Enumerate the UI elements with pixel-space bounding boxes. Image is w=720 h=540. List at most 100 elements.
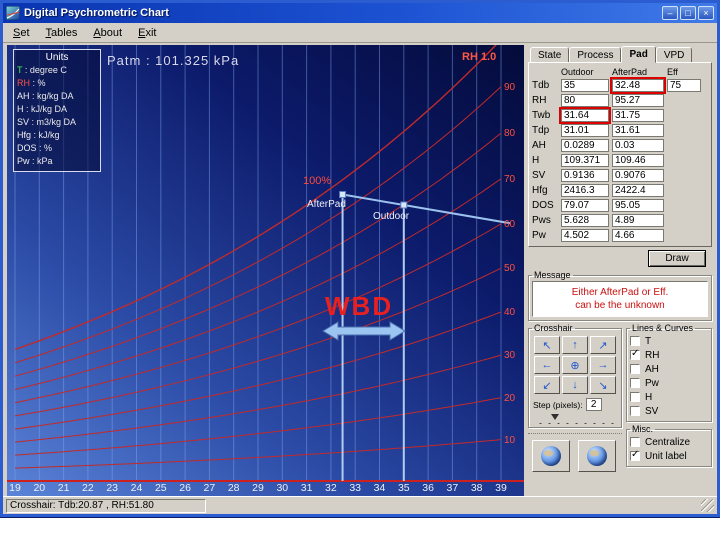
psychrometric-chart[interactable]: Units T : degree C RH : % AH : kg/kg DA H :… [7, 45, 524, 497]
step-value-field[interactable]: 2 [585, 398, 602, 411]
curve-toggle-t: T [630, 334, 708, 348]
crosshair-arrow-up-button[interactable]: ↑ [562, 336, 588, 354]
globe-icon: ⊕ [570, 359, 580, 372]
checkbox-rh[interactable] [630, 348, 640, 360]
hfg-outdoor-field[interactable]: 2416.3 [561, 184, 609, 197]
x-axis-tick-label: 39 [495, 482, 507, 494]
crosshair-arrow-up-right-button[interactable]: ↗ [590, 336, 616, 354]
draw-button[interactable]: Draw [648, 250, 706, 267]
state-row-pw: Pw 4.502 4.66 [532, 228, 709, 243]
crosshair-arrow-right-button[interactable]: → [590, 356, 616, 374]
rh-curve-label: 90 [504, 81, 516, 93]
unit-symbol: SV [17, 117, 30, 127]
misc-option-centralize: Centralize [630, 435, 708, 449]
close-button[interactable]: × [698, 6, 714, 20]
units-legend-title: Units [45, 52, 69, 63]
checkbox-t[interactable] [630, 336, 640, 346]
globe-icon [587, 446, 607, 466]
minimize-button[interactable]: – [662, 6, 678, 20]
step-slider[interactable] [535, 414, 615, 424]
tdb-eff-field[interactable]: 75 [667, 79, 701, 92]
x-axis-tick-label: 27 [203, 482, 216, 494]
lines-curves-title: Lines & Curves [632, 323, 694, 333]
menu-item-tables[interactable]: Tables [38, 25, 86, 41]
arrow-down-left-icon: ↙ [542, 379, 552, 392]
rh-curve-label: 30 [504, 350, 516, 362]
checkbox-pw[interactable] [630, 378, 640, 388]
row-label: Tdb [532, 80, 550, 91]
resize-grip[interactable] [701, 499, 714, 512]
checkbox-sv[interactable] [630, 406, 640, 416]
dos-outdoor-field[interactable]: 79.07 [561, 199, 609, 212]
units-row-sv: SV : m3/kg DA [17, 117, 77, 127]
misc-option-unit-label: Unit label [630, 449, 708, 463]
dos-afterpad-field[interactable]: 95.05 [612, 199, 664, 212]
x-axis-tick-label: 29 [252, 482, 264, 494]
checkbox-ah[interactable] [630, 364, 640, 374]
tab-state[interactable]: State [530, 47, 570, 63]
menu-item-about[interactable]: About [85, 25, 130, 41]
checkbox-unit-label[interactable] [630, 449, 640, 461]
tdp-afterpad-field[interactable]: 31.61 [612, 124, 664, 137]
x-axis-tick-label: 21 [57, 482, 70, 494]
x-axis-tick-label: 32 [325, 482, 337, 494]
x-axis-tick-label: 22 [82, 482, 94, 494]
state-row-tdb: Tdb 35 32.48 75 [532, 77, 709, 94]
column-header-afterpad: AfterPad [612, 66, 648, 77]
tab-vpd[interactable]: VPD [655, 47, 693, 63]
tdb-afterpad-field[interactable]: 32.48 [610, 77, 666, 94]
row-label: H [532, 155, 540, 166]
crosshair-globe-button[interactable]: ⊕ [562, 356, 588, 374]
crosshair-arrow-down-button[interactable]: ↓ [562, 376, 588, 394]
sv-afterpad-field[interactable]: 0.9076 [612, 169, 664, 182]
arrow-down-right-icon: ↘ [598, 379, 608, 392]
globe-button-2[interactable] [578, 440, 616, 472]
units-row-rh: RH : % [17, 78, 46, 88]
message-line: Either AfterPad or Eff. [571, 287, 669, 298]
h-outdoor-field[interactable]: 109.371 [561, 154, 609, 167]
row-label: Pws [532, 215, 551, 226]
message-group-title: Message [534, 270, 571, 280]
pw-afterpad-field[interactable]: 4.66 [612, 229, 664, 242]
ah-outdoor-field[interactable]: 0.0289 [561, 139, 609, 152]
sv-outdoor-field[interactable]: 0.9136 [561, 169, 609, 182]
pws-outdoor-field[interactable]: 5.628 [561, 214, 609, 227]
tab-pad[interactable]: Pad [621, 46, 656, 63]
x-axis-tick-label: 34 [373, 482, 386, 494]
slider-thumb[interactable] [551, 414, 559, 420]
menu-item-exit[interactable]: Exit [130, 25, 164, 41]
twb-afterpad-field[interactable]: 31.75 [612, 109, 664, 122]
tdp-outdoor-field[interactable]: 31.01 [561, 124, 609, 137]
pw-outdoor-field[interactable]: 4.502 [561, 229, 609, 242]
h-afterpad-field[interactable]: 109.46 [612, 154, 664, 167]
rh-afterpad-field[interactable]: 95.27 [612, 94, 664, 107]
row-label: DOS [532, 200, 554, 211]
twb-outdoor-field[interactable]: 31.64 [559, 107, 611, 124]
maximize-button[interactable]: □ [680, 6, 696, 20]
state-row-ah: AH 0.0289 0.03 [532, 138, 709, 153]
crosshair-arrow-left-button[interactable]: ← [534, 356, 560, 374]
app-window: Digital Psychrometric Chart – □ × Set Tab… [0, 0, 720, 518]
crosshair-group: Crosshair ↖ ↑ ↗ ← ⊕ → ↙ ↓ ↘ Step (pixels): 2 [528, 323, 622, 428]
menu-item-set[interactable]: Set [5, 25, 38, 41]
ah-afterpad-field[interactable]: 0.03 [612, 139, 664, 152]
globe-button-1[interactable] [532, 440, 570, 472]
checkbox-label: RH [645, 349, 660, 361]
row-label: Pw [532, 230, 546, 241]
rh-outdoor-field[interactable]: 80 [561, 94, 609, 107]
app-icon [6, 6, 20, 20]
crosshair-arrow-up-left-button[interactable]: ↖ [534, 336, 560, 354]
column-header-eff: Eff [667, 66, 678, 77]
misc-title: Misc. [632, 424, 653, 434]
hfg-afterpad-field[interactable]: 2422.4 [612, 184, 664, 197]
rh-curve-label: 20 [504, 392, 516, 404]
checkbox-centralize[interactable] [630, 437, 640, 447]
pws-afterpad-field[interactable]: 4.89 [612, 214, 664, 227]
crosshair-arrow-down-left-button[interactable]: ↙ [534, 376, 560, 394]
tdb-outdoor-field[interactable]: 35 [561, 79, 609, 92]
tab-process[interactable]: Process [569, 47, 622, 63]
crosshair-status: Crosshair: Tdb:20.87 , RH:51.80 [6, 498, 206, 513]
row-label: RH [532, 95, 547, 106]
checkbox-h[interactable] [630, 392, 640, 402]
crosshair-arrow-down-right-button[interactable]: ↘ [590, 376, 616, 394]
